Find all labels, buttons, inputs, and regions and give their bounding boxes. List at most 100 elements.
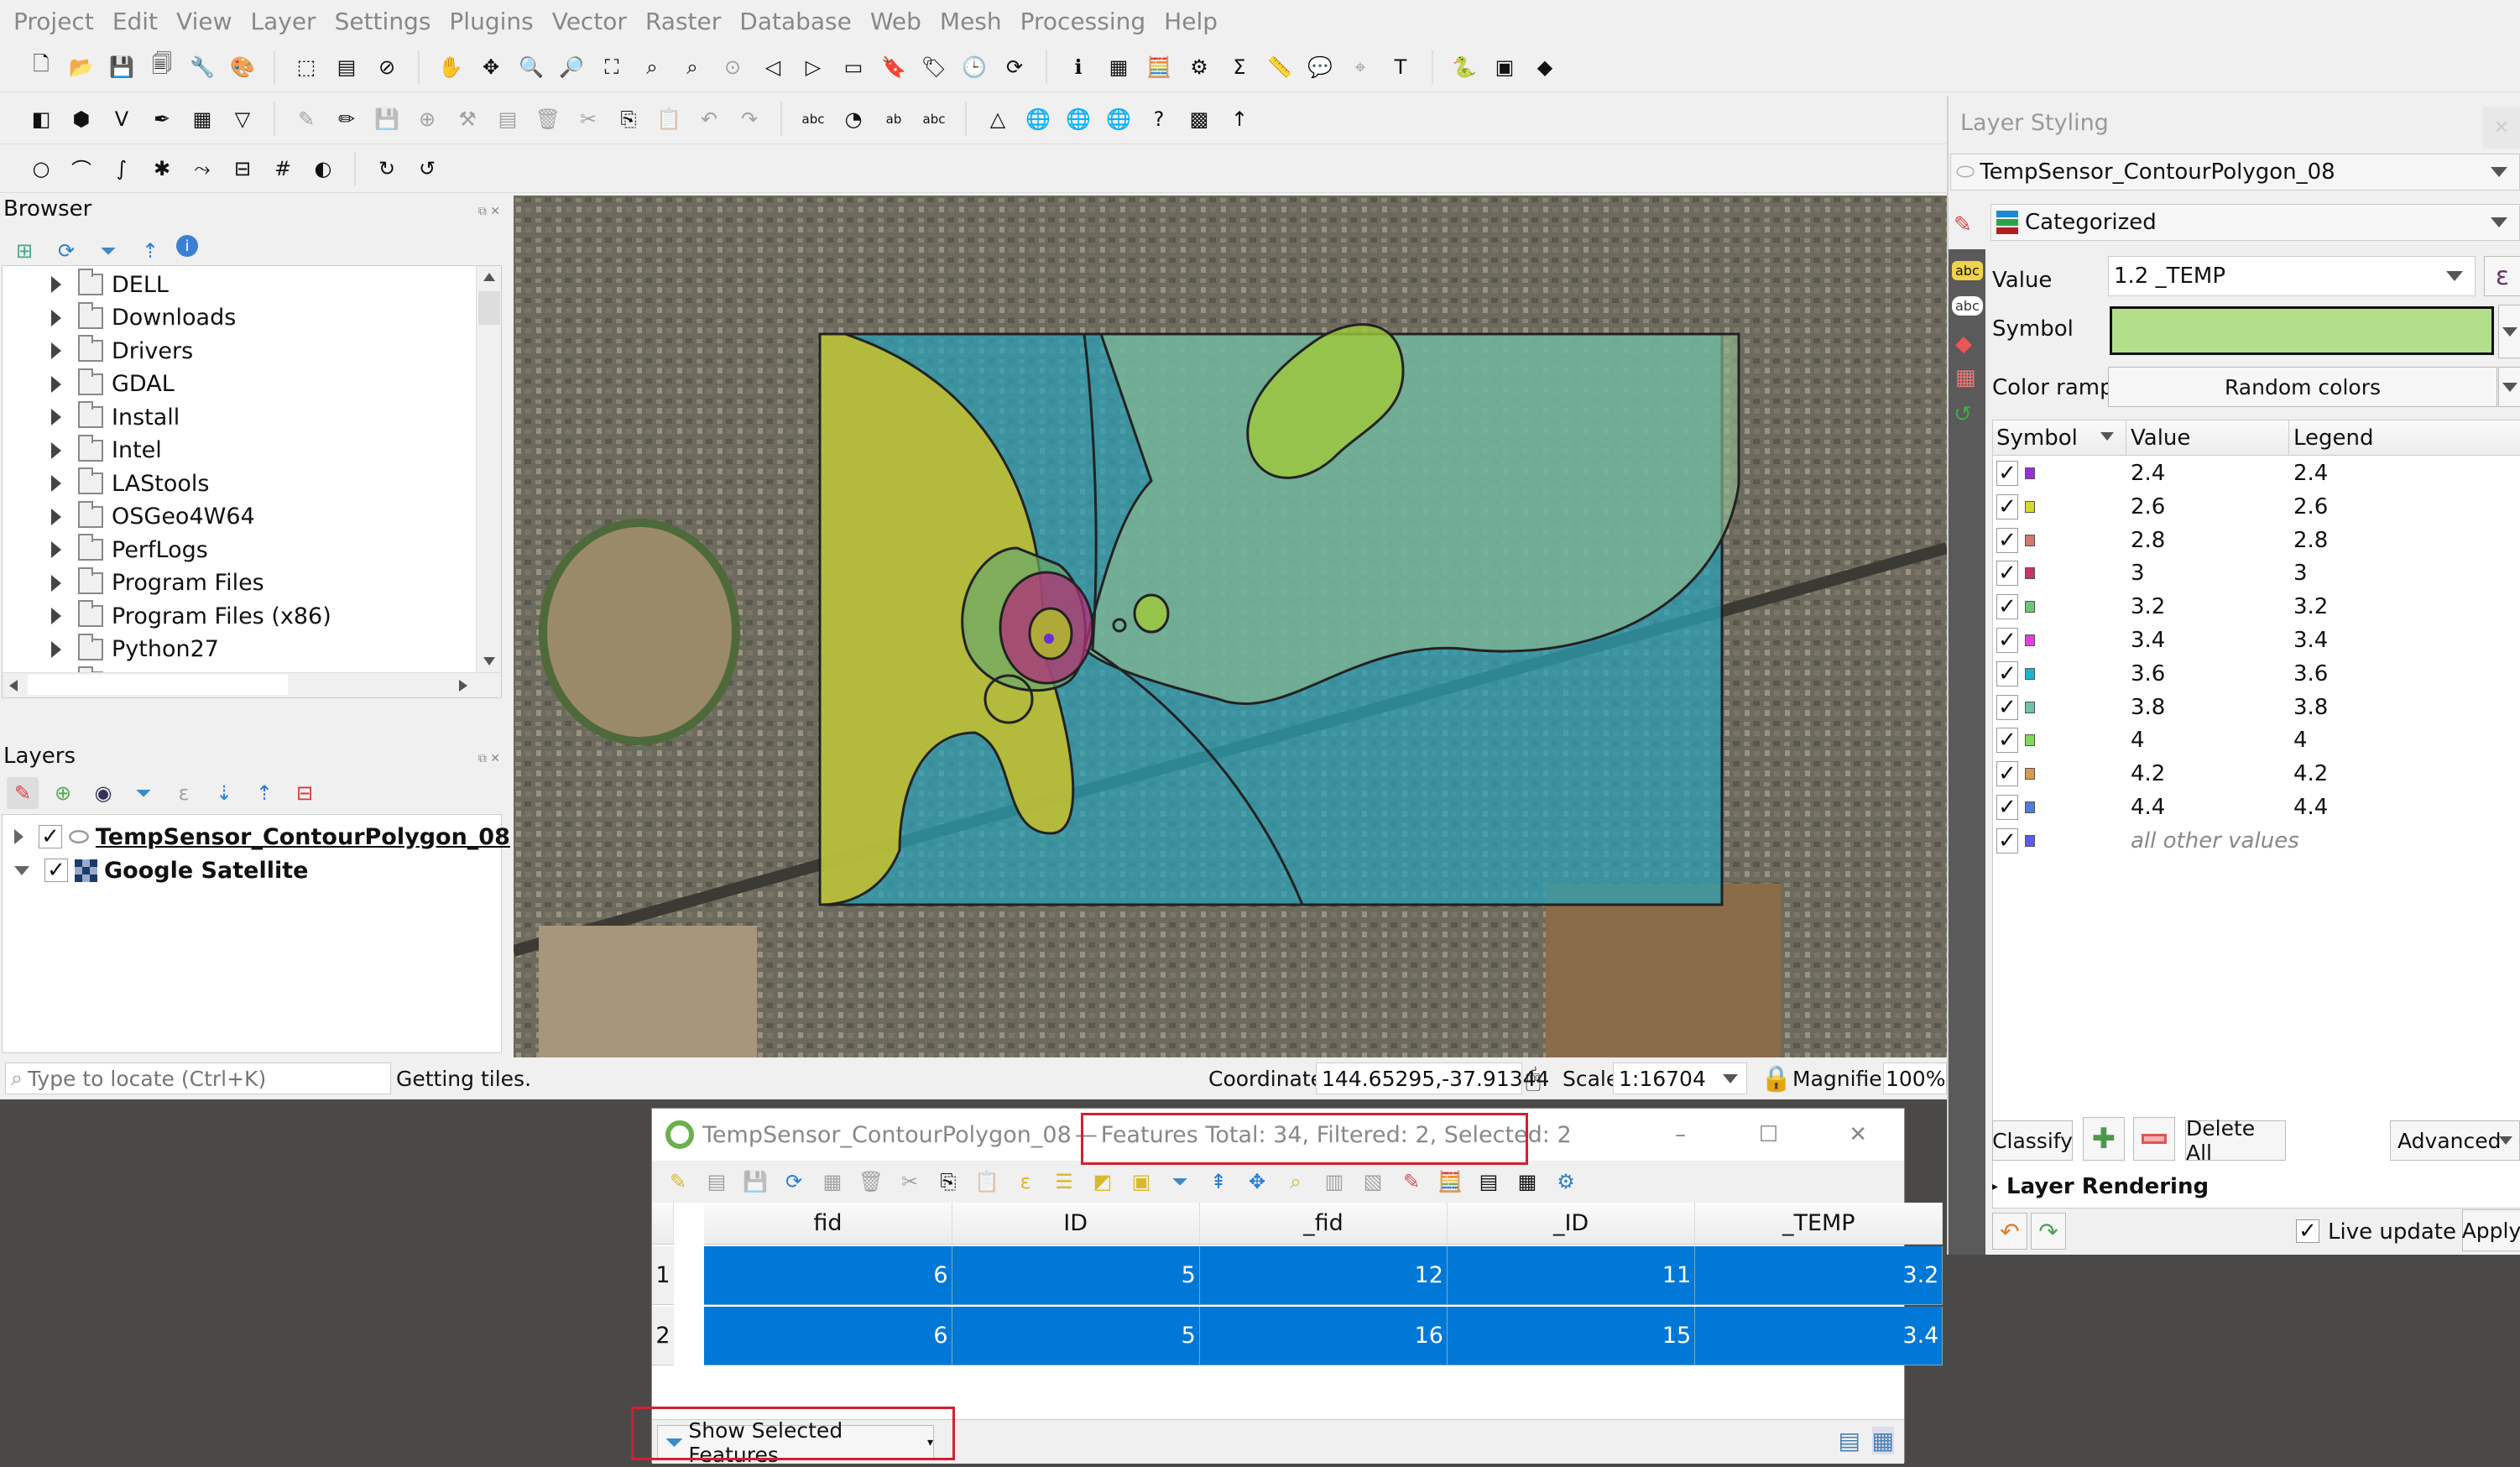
category-checkbox[interactable]: ✓ — [1996, 660, 2018, 687]
new-bookmark-icon[interactable]: 🔖 — [878, 51, 910, 83]
menu-web[interactable]: Web — [870, 8, 921, 35]
browser-horizontal-scrollbar[interactable] — [3, 672, 501, 697]
history-tab-icon[interactable]: ↺ — [1954, 402, 1972, 427]
north-arrow-icon[interactable]: ↑ — [1223, 103, 1255, 135]
manage-visibility-icon[interactable]: ◉ — [87, 777, 119, 809]
table-cell[interactable]: 12 — [1199, 1246, 1448, 1305]
contour-polygons-layer[interactable] — [818, 323, 1740, 906]
delete-all-button[interactable]: Delete All — [2185, 1116, 2286, 1165]
menu-mesh[interactable]: Mesh — [940, 8, 1002, 35]
category-row[interactable]: ✓ 4 4 — [1993, 724, 2520, 756]
collapsed-arrow-icon[interactable] — [51, 541, 61, 558]
browser-item[interactable]: Install — [3, 400, 180, 434]
lock-scale-icon[interactable]: 🔒 — [1761, 1064, 1792, 1094]
zoom-last-icon[interactable]: ◁ — [757, 51, 789, 83]
map-tips-icon[interactable]: 💬 — [1304, 51, 1336, 83]
style-manager-icon[interactable]: 🎨 — [227, 51, 258, 83]
close-button[interactable]: ✕ — [1849, 1122, 1867, 1147]
column-header[interactable]: _fid — [1199, 1203, 1448, 1245]
new-map-view-icon[interactable]: ▭ — [837, 51, 869, 83]
symbol-dropdown[interactable] — [2498, 305, 2520, 358]
invert-selection-icon[interactable]: ◩ — [1087, 1166, 1119, 1198]
modify-attributes-icon[interactable]: ▤ — [492, 103, 524, 135]
browser-dock-buttons[interactable]: ⧉ ✕ — [478, 205, 500, 218]
scroll-right-icon[interactable] — [459, 680, 467, 692]
layer-rendering-section[interactable]: ▸ Layer Rendering — [1992, 1174, 2209, 1199]
zoom-out-icon[interactable]: 🔎 — [556, 51, 587, 83]
rotate-clockwise-icon[interactable]: ↻ — [371, 153, 403, 185]
menu-vector[interactable]: Vector — [552, 8, 627, 35]
temporal-controller-icon[interactable]: 🕒 — [958, 51, 990, 83]
show-hide-labels-icon[interactable]: abc — [918, 103, 950, 135]
maximize-button[interactable]: ☐ — [1759, 1122, 1778, 1147]
category-symbol-swatch[interactable] — [2025, 768, 2035, 780]
category-checkbox[interactable]: ✓ — [1996, 728, 2018, 754]
refresh-icon[interactable]: ⟳ — [999, 51, 1030, 83]
table-cell[interactable]: 11 — [1448, 1246, 1696, 1305]
menu-help[interactable]: Help — [1164, 8, 1218, 35]
contour-polygon-4.4[interactable] — [1133, 593, 1170, 634]
scroll-left-icon[interactable] — [9, 680, 18, 692]
conditional-formatting-icon[interactable]: ▤ — [1473, 1166, 1505, 1198]
expression-button[interactable]: ε — [2484, 256, 2520, 296]
contour-polygon-2.4[interactable] — [1044, 634, 1054, 644]
toggle-editing-icon[interactable]: ✏ — [331, 103, 363, 135]
pan-icon[interactable]: ✋ — [435, 51, 467, 83]
menu-edit[interactable]: Edit — [112, 8, 158, 35]
menu-layer[interactable]: Layer — [251, 8, 316, 35]
reload-icon[interactable]: ⟳ — [778, 1166, 810, 1198]
copy-icon[interactable]: ⎘ — [613, 103, 644, 135]
number-icon[interactable]: # — [267, 153, 299, 185]
layer-visibility-checkbox[interactable]: ✓ — [44, 858, 68, 883]
table-view-icon[interactable]: ▦ — [1871, 1427, 1894, 1454]
zoom-to-selection-icon[interactable]: ⌕ — [1280, 1166, 1312, 1198]
select-all-icon[interactable]: ☰ — [1048, 1166, 1080, 1198]
georeferencer-icon[interactable]: ▣ — [1489, 51, 1521, 83]
classify-button[interactable]: Classify — [1992, 1120, 2073, 1161]
table-cell[interactable]: 15 — [1448, 1307, 1696, 1365]
color-ramp-dropdown[interactable] — [2498, 367, 2520, 407]
node-icon[interactable]: ✱ — [146, 153, 178, 185]
save-as-icon[interactable]: 🗐 — [146, 51, 178, 83]
undo-style-button[interactable]: ↶ — [1992, 1213, 2027, 1250]
locator-search[interactable]: ⌕ — [5, 1062, 391, 1094]
category-row[interactable]: ✓ 3.8 3.8 — [1993, 692, 2520, 723]
toggle-editing-icon[interactable]: ✎ — [662, 1166, 694, 1198]
actions-icon[interactable]: ⚙ — [1550, 1166, 1582, 1198]
arc-icon[interactable]: ⌒ — [65, 153, 97, 185]
collapsed-arrow-icon[interactable] — [51, 409, 61, 425]
scroll-down-icon[interactable] — [483, 657, 495, 666]
symbology-icon[interactable]: ✎ — [1954, 212, 1972, 238]
map-canvas[interactable] — [514, 196, 1947, 1057]
collapsed-arrow-icon[interactable] — [51, 508, 61, 525]
category-row[interactable]: ✓ 2.4 2.4 — [1993, 457, 2520, 489]
save-edits-icon[interactable]: 💾 — [739, 1166, 771, 1198]
coordinate-field[interactable]: 144.65295,-37.91344 — [1316, 1062, 1549, 1094]
browser-item[interactable]: Python27 — [3, 633, 219, 666]
new-field-icon[interactable]: ▥ — [1318, 1166, 1350, 1198]
field-calculator-icon[interactable]: 🧮 — [1434, 1166, 1466, 1198]
zoom-next-icon[interactable]: ▷ — [797, 51, 829, 83]
python-console-icon[interactable]: 🐍 — [1448, 51, 1480, 83]
category-symbol-swatch[interactable] — [2025, 734, 2035, 747]
select-location-icon[interactable]: ⌖ — [1344, 51, 1376, 83]
category-row[interactable]: ✓ 3.6 3.6 — [1993, 658, 2520, 690]
add-selected-layers-icon[interactable]: ⊞ — [8, 235, 40, 267]
menu-raster[interactable]: Raster — [645, 8, 721, 35]
chevron-down-icon[interactable] — [1723, 1073, 1738, 1083]
3d-view-tab-icon[interactable]: ◆ — [1955, 332, 1972, 357]
menu-view[interactable]: View — [176, 8, 232, 35]
table-cell[interactable]: 3.2 — [1695, 1246, 1943, 1305]
copy-icon[interactable]: ⎘ — [932, 1166, 964, 1198]
filter-icon[interactable]: ⏷ — [92, 235, 124, 267]
measure-icon[interactable]: 📏 — [1264, 51, 1296, 83]
digitize-icon[interactable]: ▽ — [227, 103, 258, 135]
shape-icon[interactable]: ◐ — [307, 153, 339, 185]
delete-selected-icon[interactable]: 🗑 — [532, 103, 564, 135]
category-row[interactable]: ✓ all other values — [1993, 825, 2520, 857]
identify-icon[interactable]: ℹ — [1062, 51, 1094, 83]
category-checkbox[interactable]: ✓ — [1996, 594, 2018, 620]
layer-select[interactable]: ⬭ TempSensor_ContourPolygon_08 — [1950, 154, 2520, 191]
browser-item[interactable]: DELL — [3, 268, 169, 301]
label-tool-icon[interactable]: abc — [797, 103, 829, 135]
